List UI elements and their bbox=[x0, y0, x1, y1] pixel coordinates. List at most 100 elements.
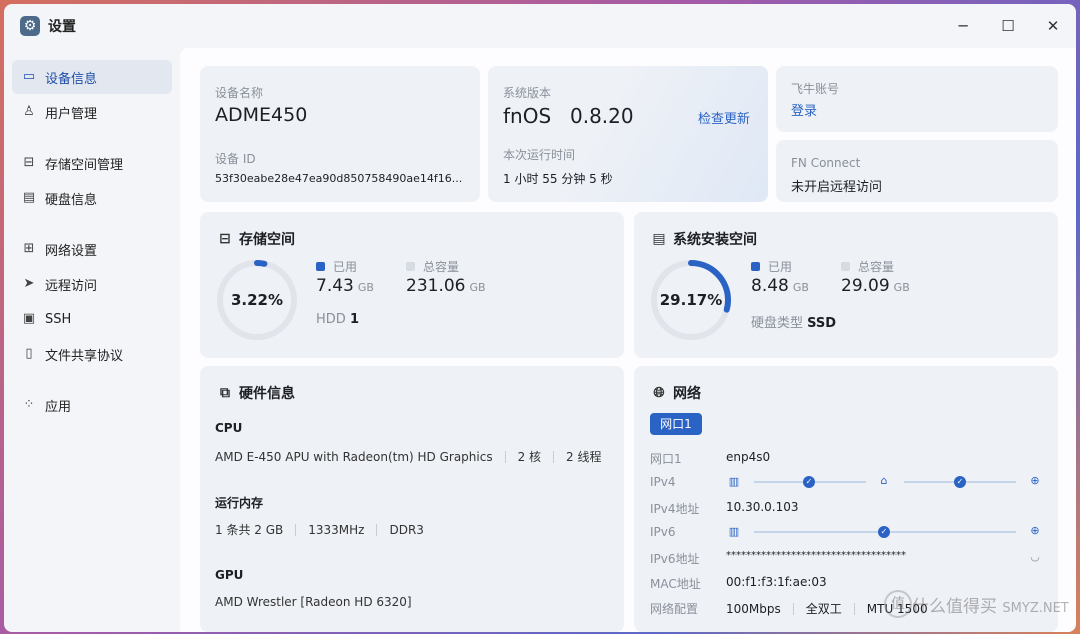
sidebar-item-label: 设备信息 bbox=[45, 71, 98, 87]
gpu-row: AMD Wrestler [Radeon HD 6320] bbox=[215, 595, 412, 609]
disk-icon: ▤ bbox=[22, 190, 36, 205]
device-id-label: 设备 ID bbox=[215, 152, 256, 166]
sidebar-item-label: 文件共享协议 bbox=[45, 348, 124, 364]
cpu-cores: 2 核 bbox=[517, 450, 542, 464]
storage-icon: ⊟ bbox=[219, 231, 231, 247]
system-space-card: ▤ 系统安装空间 29.17% 已用 8.48 GB 总容量 29.09 GB 硬盘… bbox=[634, 212, 1058, 358]
ipv4-check-icon: ✓ bbox=[803, 476, 815, 488]
network-config-label: 网络配置 bbox=[650, 602, 699, 616]
router-icon: ⌂ bbox=[880, 474, 888, 487]
cpu-model: AMD E-450 APU with Radeon(tm) HD Graphic… bbox=[215, 449, 493, 464]
uptime-value: 1 小时 55 分钟 5 秒 bbox=[503, 172, 613, 186]
system-total-value: 29.09 GB bbox=[841, 276, 910, 296]
ipv4-check-icon-2: ✓ bbox=[954, 476, 966, 488]
system-total-legend: 总容量 bbox=[841, 258, 894, 275]
ram-speed: 1333MHz bbox=[308, 522, 365, 537]
storage-title-text: 存储空间 bbox=[239, 232, 295, 248]
window-title: 设置 bbox=[48, 19, 76, 35]
network-title-text: 网络 bbox=[673, 386, 701, 402]
eye-hidden-icon[interactable]: ◡ bbox=[1029, 551, 1041, 563]
mac-address: 00:f1:f3:1f:ae:03 bbox=[726, 575, 827, 589]
sidebar-item-label: 应用 bbox=[45, 399, 72, 415]
account-card: 飞牛账号 登录 bbox=[776, 66, 1058, 132]
sidebar-item-label: 硬盘信息 bbox=[45, 192, 98, 208]
system-version-label: 系统版本 bbox=[503, 86, 552, 100]
system-space-title-text: 系统安装空间 bbox=[673, 232, 757, 248]
sidebar-item-label: 远程访问 bbox=[45, 278, 98, 294]
ipv6-label: IPv6 bbox=[650, 525, 676, 539]
title-bar: ⚙ 设置 ─ ☐ ✕ bbox=[4, 4, 1076, 48]
ipv4-address-label: IPv4地址 bbox=[650, 502, 700, 516]
login-link[interactable]: 登录 bbox=[791, 100, 817, 119]
storage-total-value: 231.06 GB bbox=[406, 276, 486, 296]
ipv6-address-label: IPv6地址 bbox=[650, 552, 700, 566]
os-version: 0.8.20 bbox=[570, 104, 634, 128]
internet-globe-icon: ⊕ bbox=[1030, 474, 1040, 487]
total-label: 总容量 bbox=[423, 260, 460, 274]
sidebar-item-network[interactable]: ⊞ 网络设置 bbox=[12, 232, 172, 266]
user-icon: ♙ bbox=[23, 104, 35, 119]
storage-title: ⊟ 存储空间 bbox=[217, 229, 295, 249]
gpu-label: GPU bbox=[215, 568, 244, 582]
sidebar-item-device-info[interactable]: ▭ 设备信息 bbox=[12, 60, 172, 94]
disk-type-value: SSD bbox=[807, 316, 837, 331]
ipv6-check-icon: ✓ bbox=[878, 526, 890, 538]
watermark-logo: 值 bbox=[884, 590, 912, 618]
ram-label: 运行内存 bbox=[215, 496, 264, 510]
ram-row: 1 条共 2 GB 1333MHz DDR3 bbox=[215, 521, 424, 538]
network-title: 🌐︎ 网络 bbox=[651, 383, 701, 403]
tab-port1[interactable]: 网口1 bbox=[650, 413, 702, 435]
sidebar-item-ssh[interactable]: ▣ SSH bbox=[12, 302, 172, 336]
check-update-link[interactable]: 检查更新 bbox=[698, 108, 750, 127]
sidebar-item-disk[interactable]: ▤ 硬盘信息 bbox=[12, 181, 172, 215]
account-label: 飞牛账号 bbox=[791, 82, 840, 96]
total-swatch bbox=[406, 262, 415, 271]
device-id: 53f30eabe28e47ea90d850758490ae14f16... bbox=[215, 172, 463, 185]
content-panel: 设备名称 ADME450 设备 ID 53f30eabe28e47ea90d85… bbox=[180, 48, 1076, 632]
maximize-button[interactable]: ☐ bbox=[993, 14, 1023, 38]
link-speed: 100Mbps bbox=[726, 601, 781, 616]
used-swatch bbox=[751, 262, 760, 271]
system-used-number: 8.48 bbox=[751, 276, 789, 296]
storage-used-legend: 已用 bbox=[316, 258, 357, 275]
sidebar: ▭ 设备信息 ♙ 用户管理 ⊟ 存储空间管理 ▤ 硬盘信息 ⊞ 网络设置 ➤ 远… bbox=[4, 48, 180, 632]
hardware-card: ⧉ 硬件信息 CPU AMD E-450 APU with Radeon(tm)… bbox=[200, 366, 624, 632]
os-name: fnOS bbox=[503, 104, 552, 128]
ipv6-address: ************************************ bbox=[726, 550, 906, 561]
ram-type: DDR3 bbox=[389, 522, 424, 537]
ipv4-label: IPv4 bbox=[650, 475, 676, 489]
watermark-text: 什么值得买 SMYZ.NET bbox=[912, 592, 1069, 617]
close-button[interactable]: ✕ bbox=[1038, 14, 1068, 38]
system-space-title: ▤ 系统安装空间 bbox=[651, 229, 757, 249]
sidebar-item-file-share[interactable]: ▯ 文件共享协议 bbox=[12, 337, 172, 371]
cpu-row: AMD E-450 APU with Radeon(tm) HD Graphic… bbox=[215, 448, 602, 465]
fn-connect-card: FN Connect 未开启远程访问 bbox=[776, 140, 1058, 202]
mac-label: MAC地址 bbox=[650, 577, 701, 591]
system-used-unit: GB bbox=[792, 281, 809, 294]
system-disk-type: 硬盘类型 SSD bbox=[751, 312, 836, 331]
sidebar-item-label: 用户管理 bbox=[45, 106, 98, 122]
uptime-label: 本次运行时间 bbox=[503, 148, 576, 162]
port-label: 网口1 bbox=[650, 452, 682, 466]
system-total-number: 29.09 bbox=[841, 276, 890, 296]
sidebar-item-remote[interactable]: ➤ 远程访问 bbox=[12, 267, 172, 301]
device-card: 设备名称 ADME450 设备 ID 53f30eabe28e47ea90d85… bbox=[200, 66, 480, 202]
disk-count: 1 bbox=[349, 312, 359, 327]
watermark-site: SMYZ.NET bbox=[1002, 601, 1069, 616]
device-icon: ▭ bbox=[22, 69, 36, 84]
used-label: 已用 bbox=[333, 260, 358, 274]
disk-type: HDD bbox=[316, 312, 346, 327]
used-label: 已用 bbox=[768, 260, 793, 274]
sidebar-item-users[interactable]: ♙ 用户管理 bbox=[12, 95, 172, 129]
remote-icon: ➤ bbox=[23, 276, 35, 291]
duplex-mode: 全双工 bbox=[805, 602, 842, 616]
system-space-percent: 29.17% bbox=[659, 291, 723, 309]
gpu-model: AMD Wrestler [Radeon HD 6320] bbox=[215, 595, 412, 609]
storage-card: ⊟ 存储空间 3.22% 已用 7.43 GB 总容量 231.06 GB HDD … bbox=[200, 212, 624, 358]
total-swatch bbox=[841, 262, 850, 271]
minimize-button[interactable]: ─ bbox=[948, 14, 978, 38]
sidebar-item-apps[interactable]: ⁘ 应用 bbox=[12, 388, 172, 422]
sidebar-item-storage[interactable]: ⊟ 存储空间管理 bbox=[12, 146, 172, 180]
system-used-legend: 已用 bbox=[751, 258, 792, 275]
total-label: 总容量 bbox=[858, 260, 895, 274]
